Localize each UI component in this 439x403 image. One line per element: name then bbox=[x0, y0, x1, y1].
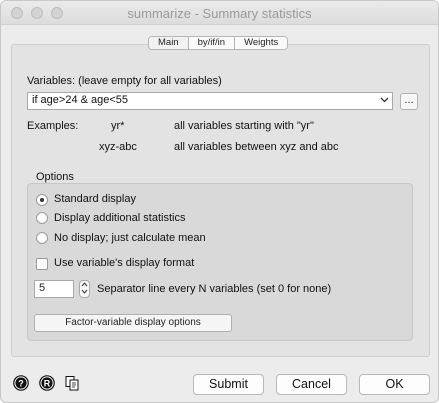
chevron-down-icon[interactable] bbox=[377, 93, 392, 109]
tab-bar: Main by/if/in Weights bbox=[148, 36, 289, 50]
tab-by-if-in[interactable]: by/if/in bbox=[188, 37, 236, 49]
options-legend: Options bbox=[36, 171, 74, 183]
checkbox-label: Use variable's display format bbox=[54, 257, 195, 269]
radio-additional-statistics[interactable] bbox=[36, 212, 48, 224]
reset-icon[interactable]: R bbox=[39, 375, 55, 391]
tab-weights[interactable]: Weights bbox=[235, 37, 288, 49]
examples-label: Examples: bbox=[27, 120, 79, 132]
submit-button[interactable]: Submit bbox=[193, 374, 264, 395]
radio-label: Standard display bbox=[54, 193, 136, 205]
example-pattern: yr* bbox=[111, 120, 125, 132]
example-description: all variables starting with "yr" bbox=[174, 120, 314, 132]
example-pattern: xyz-abc bbox=[99, 141, 137, 153]
cancel-button[interactable]: Cancel bbox=[276, 374, 347, 395]
separator-label: Separator line every N variables (set 0 … bbox=[97, 283, 332, 295]
tab-main[interactable]: Main bbox=[149, 37, 189, 49]
browse-variables-button[interactable]: ... bbox=[400, 93, 418, 110]
copy-icon[interactable] bbox=[64, 375, 80, 391]
radio-no-display[interactable] bbox=[36, 232, 48, 244]
title-bar: summarize - Summary statistics bbox=[1, 1, 438, 25]
svg-text:?: ? bbox=[18, 379, 24, 389]
stepper-icon[interactable] bbox=[79, 280, 90, 298]
svg-text:R: R bbox=[44, 379, 51, 389]
radio-standard-display[interactable] bbox=[36, 194, 48, 206]
radio-label: Display additional statistics bbox=[54, 212, 186, 224]
separator-input[interactable]: 5 bbox=[34, 280, 74, 298]
ok-button[interactable]: OK bbox=[359, 374, 430, 395]
factor-variable-options-button[interactable]: Factor-variable display options bbox=[34, 314, 232, 332]
dialog-window: summarize - Summary statistics Main by/i… bbox=[0, 0, 439, 403]
display-format-checkbox[interactable] bbox=[36, 258, 48, 270]
variables-label: Variables: (leave empty for all variable… bbox=[27, 75, 222, 87]
variables-input[interactable]: if age>24 & age<55 bbox=[27, 92, 393, 110]
help-icon[interactable]: ? bbox=[13, 375, 29, 391]
example-description: all variables between xyz and abc bbox=[174, 141, 339, 153]
window-title: summarize - Summary statistics bbox=[127, 6, 312, 21]
radio-label: No display; just calculate mean bbox=[54, 232, 206, 244]
